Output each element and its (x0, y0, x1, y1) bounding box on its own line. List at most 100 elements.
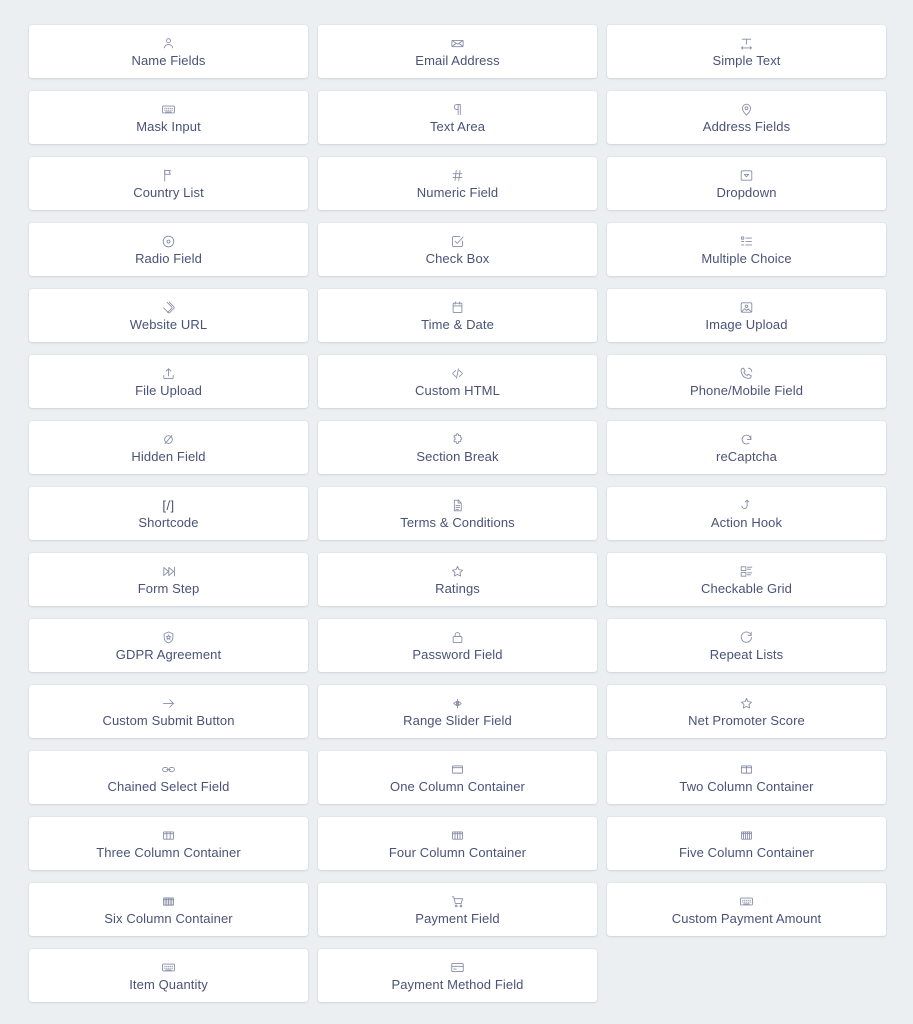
field-card-label: Dropdown (716, 184, 777, 200)
code-tag-icon (450, 365, 465, 382)
field-card-label: Hidden Field (131, 448, 206, 464)
field-card-label: Section Break (416, 448, 499, 464)
keyboard-icon (739, 893, 754, 910)
field-card[interactable]: Item Quantity (29, 949, 308, 1002)
field-card[interactable]: Hidden Field (29, 421, 308, 474)
field-card[interactable]: Time & Date (318, 289, 597, 342)
field-card-label: Four Column Container (388, 844, 527, 860)
field-card[interactable]: Image Upload (607, 289, 886, 342)
field-card-label: Country List (133, 184, 204, 200)
paragraph-icon (450, 101, 465, 118)
field-card[interactable]: Radio Field (29, 223, 308, 276)
hash-icon (450, 167, 465, 184)
field-card-label: Two Column Container (679, 778, 814, 794)
field-card[interactable]: Checkable Grid (607, 553, 886, 606)
field-card[interactable]: Dropdown (607, 157, 886, 210)
field-card-label: Radio Field (135, 250, 202, 266)
field-card[interactable]: Text Area (318, 91, 597, 144)
field-card[interactable]: Check Box (318, 223, 597, 276)
field-card[interactable]: Terms & Conditions (318, 487, 597, 540)
field-card[interactable]: Custom Payment Amount (607, 883, 886, 936)
field-card-label: Text Area (429, 118, 486, 134)
field-card[interactable]: Custom Submit Button (29, 685, 308, 738)
document-icon (450, 497, 465, 514)
field-card-label: Email Address (415, 52, 500, 68)
envelope-icon (450, 35, 465, 52)
checkbox-check-icon (450, 233, 465, 250)
field-card[interactable]: Multiple Choice (607, 223, 886, 276)
field-card[interactable]: [/] Shortcode (29, 487, 308, 540)
field-card[interactable]: Net Promoter Score (607, 685, 886, 738)
keyboard-icon (161, 101, 176, 118)
field-card[interactable]: Country List (29, 157, 308, 210)
field-card-label: Numeric Field (416, 184, 499, 200)
star-icon (739, 695, 754, 712)
field-card[interactable]: File Upload (29, 355, 308, 408)
field-card-label: reCaptcha (716, 448, 777, 464)
field-card[interactable]: Address Fields (607, 91, 886, 144)
field-card[interactable]: Two Column Container (607, 751, 886, 804)
field-card[interactable]: Email Address (318, 25, 597, 78)
field-card-label: Custom Payment Amount (671, 910, 822, 926)
column-1-icon (450, 761, 465, 778)
field-card[interactable]: Payment Method Field (318, 949, 597, 1002)
field-card-label: Password Field (412, 646, 503, 662)
field-card[interactable]: One Column Container (318, 751, 597, 804)
field-card[interactable]: Form Step (29, 553, 308, 606)
radio-circle-icon (161, 233, 176, 250)
field-card[interactable]: Action Hook (607, 487, 886, 540)
field-card-label: Custom HTML (415, 382, 500, 398)
field-card-label: Ratings (435, 580, 480, 596)
field-card-label: Simple Text (712, 52, 781, 68)
field-card-label: Five Column Container (678, 844, 815, 860)
field-card[interactable]: Mask Input (29, 91, 308, 144)
grid-check-icon (739, 563, 754, 580)
dropdown-caret-icon (739, 167, 754, 184)
field-card[interactable]: Website URL (29, 289, 308, 342)
field-card-label: Address Fields (702, 118, 791, 134)
field-card[interactable]: Six Column Container (29, 883, 308, 936)
forward-step-icon (161, 563, 176, 580)
field-card-label: Multiple Choice (701, 250, 792, 266)
field-card[interactable]: reCaptcha (607, 421, 886, 474)
field-card[interactable]: Phone/Mobile Field (607, 355, 886, 408)
field-card-label: Checkable Grid (701, 580, 792, 596)
field-card-label: Item Quantity (129, 976, 208, 992)
field-card-label: Custom Submit Button (102, 712, 235, 728)
field-card-label: Shortcode (138, 514, 199, 530)
field-card-label: Image Upload (705, 316, 788, 332)
field-card-label: Repeat Lists (709, 646, 784, 662)
field-card[interactable]: Ratings (318, 553, 597, 606)
field-card[interactable]: Five Column Container (607, 817, 886, 870)
field-card[interactable]: Four Column Container (318, 817, 597, 870)
lock-icon (450, 629, 465, 646)
shortcode-bracket-icon: [/] (162, 497, 175, 513)
field-card[interactable]: Numeric Field (318, 157, 597, 210)
column-2-icon (739, 761, 754, 778)
field-card[interactable]: Custom HTML (318, 355, 597, 408)
field-card-label: Payment Field (415, 910, 500, 926)
field-card[interactable]: Chained Select Field (29, 751, 308, 804)
field-card[interactable]: Simple Text (607, 25, 886, 78)
field-card[interactable]: Repeat Lists (607, 619, 886, 672)
field-card[interactable]: Range Slider Field (318, 685, 597, 738)
chain-link-icon (161, 761, 176, 778)
field-card[interactable]: Password Field (318, 619, 597, 672)
credit-card-icon (450, 959, 465, 976)
range-slider-icon (450, 695, 465, 712)
field-card-label: Three Column Container (96, 844, 241, 860)
calendar-icon (450, 299, 465, 316)
field-card-label: Payment Method Field (391, 976, 524, 992)
column-6-icon (161, 893, 176, 910)
eye-slash-icon (161, 431, 176, 448)
puzzle-icon (450, 431, 465, 448)
field-card[interactable]: Three Column Container (29, 817, 308, 870)
user-icon (161, 35, 176, 52)
field-card[interactable]: GDPR Agreement (29, 619, 308, 672)
field-card[interactable]: Section Break (318, 421, 597, 474)
field-card-label: Time & Date (421, 316, 494, 332)
field-card[interactable]: Payment Field (318, 883, 597, 936)
field-card-label: One Column Container (390, 778, 525, 794)
field-card[interactable]: Name Fields (29, 25, 308, 78)
field-card-label: Name Fields (131, 52, 206, 68)
